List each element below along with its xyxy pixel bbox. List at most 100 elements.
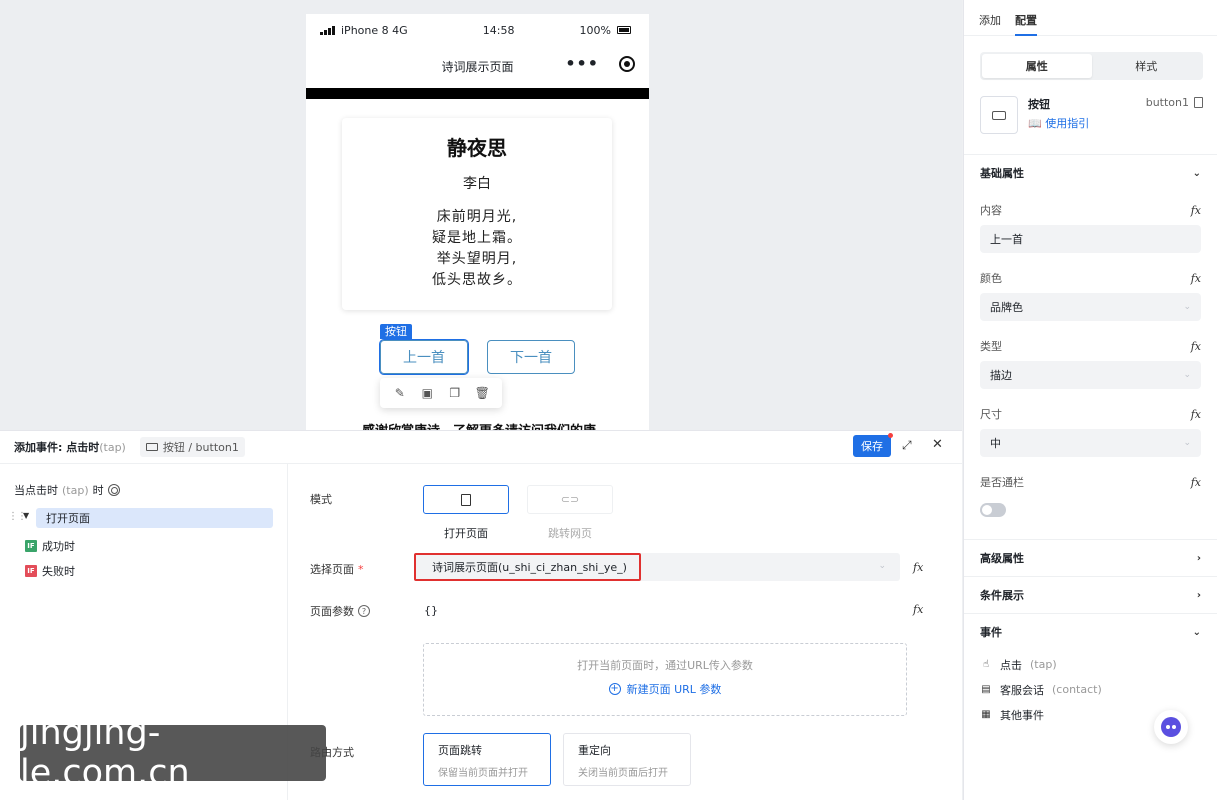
component-id-label: button1	[1145, 96, 1189, 109]
poem-lines: 床前明月光, 疑是地上霜。 举头望明月, 低头思故乡。	[342, 207, 612, 291]
plus-icon: +	[608, 683, 621, 695]
prev-poem-button[interactable]: 上一首	[379, 339, 469, 375]
guide-link[interactable]: 📖 使用指引	[1028, 115, 1146, 131]
event-other-label: 其他事件	[1000, 708, 1044, 722]
help-icon[interactable]: ?	[358, 605, 370, 617]
color-select[interactable]: 品牌色 ⌄	[980, 293, 1201, 321]
trigger-row: 当点击时 (tap) 时	[0, 464, 287, 498]
nav-title: 诗词展示页面	[441, 59, 514, 74]
more-icon[interactable]: •••	[565, 56, 599, 72]
assistant-bot-button[interactable]	[1154, 710, 1188, 744]
branch-success-label: 成功时	[42, 540, 75, 553]
event-panel-title: 添加事件: 点击时(tap)	[14, 439, 126, 455]
route-redirect-desc: 关闭当前页面后打开	[578, 768, 668, 779]
trigger-sub: (tap)	[62, 483, 89, 497]
size-value: 中	[990, 437, 1001, 450]
route-push-option[interactable]: 页面跳转 保留当前页面并打开	[423, 733, 551, 786]
event-contact[interactable]: ▤ 客服会话 (contact)	[964, 677, 1217, 702]
save-button[interactable]: 保存	[853, 433, 893, 457]
event-title-sub: (tap)	[99, 441, 126, 454]
color-value: 品牌色	[990, 301, 1023, 314]
close-icon[interactable]: ✕	[932, 437, 943, 452]
fx-icon[interactable]: fx	[1191, 204, 1201, 217]
content-input[interactable]: 上一首	[980, 225, 1201, 253]
expand-icon[interactable]: ⤢	[902, 438, 912, 453]
status-bar: iPhone 8 4G 14:58 100%	[306, 14, 649, 46]
route-redirect-option[interactable]: 重定向 关闭当前页面后打开	[563, 733, 691, 786]
block-toggle[interactable]	[980, 503, 1006, 517]
route-push-title: 页面跳转	[438, 744, 482, 757]
prop-type-label: 类型	[980, 340, 1002, 353]
mode-open-label: 打开页面	[444, 527, 488, 540]
mode-label: 模式	[310, 493, 332, 506]
event-contact-label: 客服会话	[1000, 683, 1044, 697]
fx-icon[interactable]: fx	[913, 561, 923, 574]
fx-icon[interactable]: fx	[1191, 408, 1201, 421]
prop-content-label: 内容	[980, 204, 1002, 217]
capsule-menu[interactable]: •••	[565, 56, 635, 72]
caret-down-icon[interactable]: ▼	[23, 511, 29, 520]
add-param-button[interactable]: + 新建页面 URL 参数	[424, 681, 906, 697]
gear-icon[interactable]	[107, 484, 120, 496]
fx-icon[interactable]: fx	[1191, 272, 1201, 285]
fx-icon[interactable]: fx	[913, 603, 923, 616]
type-select[interactable]: 描边 ⌄	[980, 361, 1201, 389]
pointer-icon: ☝	[982, 659, 990, 670]
event-panel-header: 添加事件: 点击时(tap) 按钮 / button1 保存 ⤢ ✕	[0, 431, 962, 464]
params-value[interactable]: {}	[424, 604, 438, 617]
save-template-icon[interactable]: ▣	[420, 386, 434, 400]
section-basic-title: 基础属性	[980, 167, 1024, 180]
params-hint: 打开当前页面时，通过URL传入参数	[577, 659, 753, 672]
event-tap[interactable]: ☝ 点击 (tap)	[964, 652, 1217, 677]
required-mark: *	[358, 562, 364, 576]
page-icon	[461, 493, 471, 506]
section-advanced[interactable]: 高级属性 ›	[964, 539, 1217, 576]
segment-properties[interactable]: 属性	[982, 54, 1092, 78]
size-select[interactable]: 中 ⌄	[980, 429, 1201, 457]
action-open-page[interactable]: 打开页面	[36, 508, 273, 528]
calendar-icon: ▦	[981, 709, 991, 720]
section-condition[interactable]: 条件展示 ›	[964, 576, 1217, 613]
section-basic-properties[interactable]: 基础属性 ⌄	[964, 154, 1217, 191]
tab-add[interactable]: 添加	[979, 12, 1001, 36]
chevron-down-icon: ⌄	[1192, 626, 1201, 638]
header-bar	[306, 88, 649, 99]
close-capsule-icon[interactable]	[619, 56, 635, 72]
poem-card[interactable]: 静夜思 李白 床前明月光, 疑是地上霜。 举头望明月, 低头思故乡。	[342, 118, 612, 310]
poem-line: 举头望明月,	[436, 251, 518, 267]
battery-icon	[617, 26, 631, 34]
event-title-text: 添加事件: 点击时	[14, 441, 100, 454]
fx-icon[interactable]: fx	[1191, 340, 1201, 353]
section-events[interactable]: 事件 ⌄	[964, 613, 1217, 650]
button-component-icon	[145, 443, 158, 451]
segment-style[interactable]: 样式	[1092, 54, 1202, 78]
mode-jump-web[interactable]: ⊂⊃	[527, 485, 613, 514]
copy-id-icon[interactable]	[1194, 97, 1203, 108]
copy-icon[interactable]: ❐	[448, 386, 462, 400]
prop-type: 类型 fx 描边 ⌄	[964, 335, 1217, 389]
type-value: 描边	[990, 369, 1012, 382]
battery-percent: 100%	[579, 23, 611, 37]
branch-fail[interactable]: IF 失败时	[25, 563, 75, 579]
chat-icon: ▤	[981, 684, 991, 695]
mode-open-page[interactable]	[423, 485, 509, 514]
route-push-desc: 保留当前页面并打开	[438, 768, 528, 779]
signal-icon	[320, 25, 335, 35]
edit-icon[interactable]: ✎	[393, 386, 407, 400]
next-poem-button[interactable]: 下一首	[487, 340, 575, 374]
battery: 100%	[580, 24, 631, 37]
poem-line: 疑是地上霜。	[432, 230, 522, 246]
tab-config[interactable]: 配置	[1015, 12, 1037, 36]
fx-icon[interactable]: fx	[1191, 476, 1201, 489]
branch-success[interactable]: IF 成功时	[25, 538, 75, 554]
params-dropzone: 打开当前页面时，通过URL传入参数 + 新建页面 URL 参数	[423, 643, 907, 716]
prop-block-label: 是否通栏	[980, 476, 1024, 489]
select-page-text: 选择页面	[310, 563, 354, 576]
component-ref-badge: 按钮 / button1	[139, 437, 245, 457]
event-tap-label: 点击	[1000, 658, 1022, 672]
selected-page-value[interactable]: 诗词展示页面(u_shi_ci_zhan_shi_ye_)	[414, 553, 641, 581]
prop-content: 内容 fx 上一首	[964, 199, 1217, 253]
prop-block: 是否通栏 fx	[964, 471, 1217, 517]
route-redirect-title: 重定向	[578, 744, 611, 757]
delete-icon[interactable]: 🗑	[475, 386, 490, 400]
